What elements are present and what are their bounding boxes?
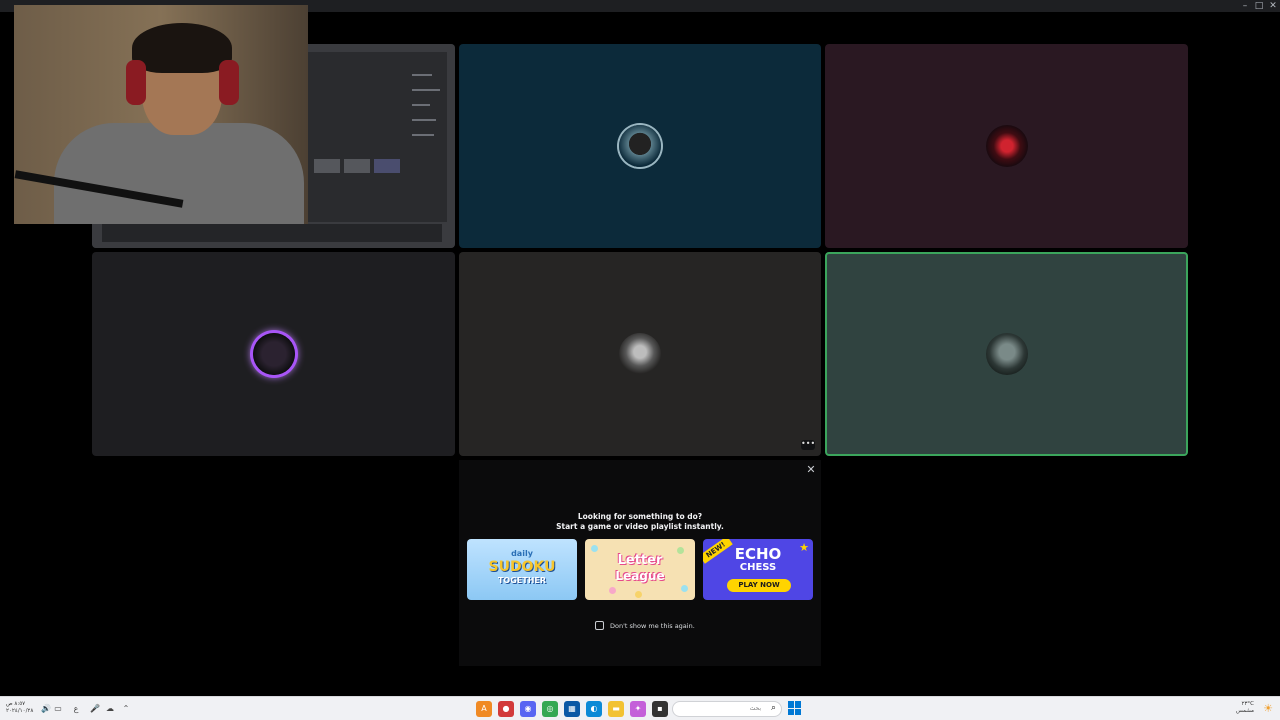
- more-options-button[interactable]: •••: [801, 440, 815, 450]
- play-now-button[interactable]: PLAY NOW: [727, 579, 791, 592]
- taskbar-app-a-icon[interactable]: A: [476, 701, 492, 717]
- weather-sun-icon[interactable]: ☀: [1262, 703, 1274, 715]
- prompt-title: Looking for something to do?: [577, 512, 703, 521]
- participant-avatar: [985, 333, 1028, 375]
- discord-icon[interactable]: ◉: [520, 701, 536, 717]
- display-icon[interactable]: ▭: [52, 703, 64, 715]
- game-card-echo-chess[interactable]: NEW! ★ ECHO CHESS PLAY NOW: [703, 539, 813, 600]
- headset-icon: [126, 60, 146, 105]
- participant-avatar: [985, 125, 1028, 167]
- activity-suggestion-panel: ✕ Looking for something to do? Start a g…: [459, 460, 821, 666]
- participant-avatar-speaking: [252, 333, 295, 375]
- minimize-button[interactable]: –: [1238, 0, 1252, 12]
- participant-tile-5[interactable]: •••: [459, 252, 821, 456]
- prompt-subtitle: Start a game or video playlist instantly…: [556, 522, 724, 531]
- close-window-button[interactable]: ✕: [1266, 0, 1280, 12]
- participant-tile-2[interactable]: [459, 44, 821, 248]
- calculator-icon[interactable]: ▦: [564, 701, 580, 717]
- maximize-button[interactable]: □: [1252, 0, 1266, 12]
- game-card-title: SUDOKU: [488, 559, 556, 575]
- taskbar-app-generic-icon[interactable]: ▪: [652, 701, 668, 717]
- game-card-subtitle: CHESS: [739, 562, 777, 573]
- participant-avatar: [619, 333, 661, 375]
- participant-tile-3[interactable]: [825, 44, 1188, 248]
- dont-show-again-checkbox[interactable]: [595, 621, 604, 630]
- close-icon[interactable]: ✕: [805, 464, 817, 476]
- speaker-icon[interactable]: 🔊: [40, 703, 52, 715]
- dont-show-again-option[interactable]: Don't show me this again.: [595, 621, 695, 630]
- weather-description[interactable]: مشمس: [1236, 708, 1254, 715]
- file-explorer-icon[interactable]: ▬: [608, 701, 624, 717]
- game-card-label: daily: [511, 549, 533, 558]
- participant-tile-4-speaking[interactable]: [92, 252, 455, 456]
- cloud-icon[interactable]: ☁: [104, 703, 116, 715]
- search-placeholder: بحث: [749, 705, 761, 712]
- webcam-person-body: [54, 123, 304, 224]
- dont-show-again-label: Don't show me this again.: [610, 621, 695, 630]
- search-icon: ⌕: [770, 703, 776, 713]
- taskbar-search-box[interactable]: بحث ⌕: [672, 701, 782, 717]
- game-card-title: ECHO: [734, 545, 782, 563]
- taskbar-app-b-icon[interactable]: ●: [498, 701, 514, 717]
- windows-start-icon[interactable]: [788, 701, 802, 715]
- chevron-up-icon[interactable]: ⌃: [120, 703, 132, 715]
- microphone-icon[interactable]: 🎤: [89, 703, 101, 715]
- webcam-overlay: [14, 5, 308, 224]
- language-icon[interactable]: ع: [70, 703, 82, 715]
- weather-temperature[interactable]: ٢٣°C: [1241, 701, 1254, 708]
- participant-avatar: [619, 125, 661, 167]
- windows-taskbar: ٨:٥٧ ص ٢٠٢٤/١٠/٢٨ 🔊 ▭ ع 🎤 ☁ ⌃ A ● ◉ ◎ ▦ …: [0, 696, 1280, 720]
- clock-date[interactable]: ٢٠٢٤/١٠/٢٨: [6, 708, 33, 715]
- clock-time[interactable]: ٨:٥٧ ص: [6, 701, 25, 708]
- game-card-sudoku-together[interactable]: daily SUDOKU TOGETHER: [467, 539, 577, 600]
- participant-tile-6-selected[interactable]: [825, 252, 1188, 456]
- edge-icon[interactable]: ◐: [586, 701, 602, 717]
- game-card-title: Letter: [617, 553, 663, 568]
- copilot-icon[interactable]: ✦: [630, 701, 646, 717]
- game-card-letter-league[interactable]: Letter League: [585, 539, 695, 600]
- chrome-icon[interactable]: ◎: [542, 701, 558, 717]
- game-card-subtitle: League: [615, 569, 665, 583]
- game-card-subtitle: TOGETHER: [497, 576, 547, 585]
